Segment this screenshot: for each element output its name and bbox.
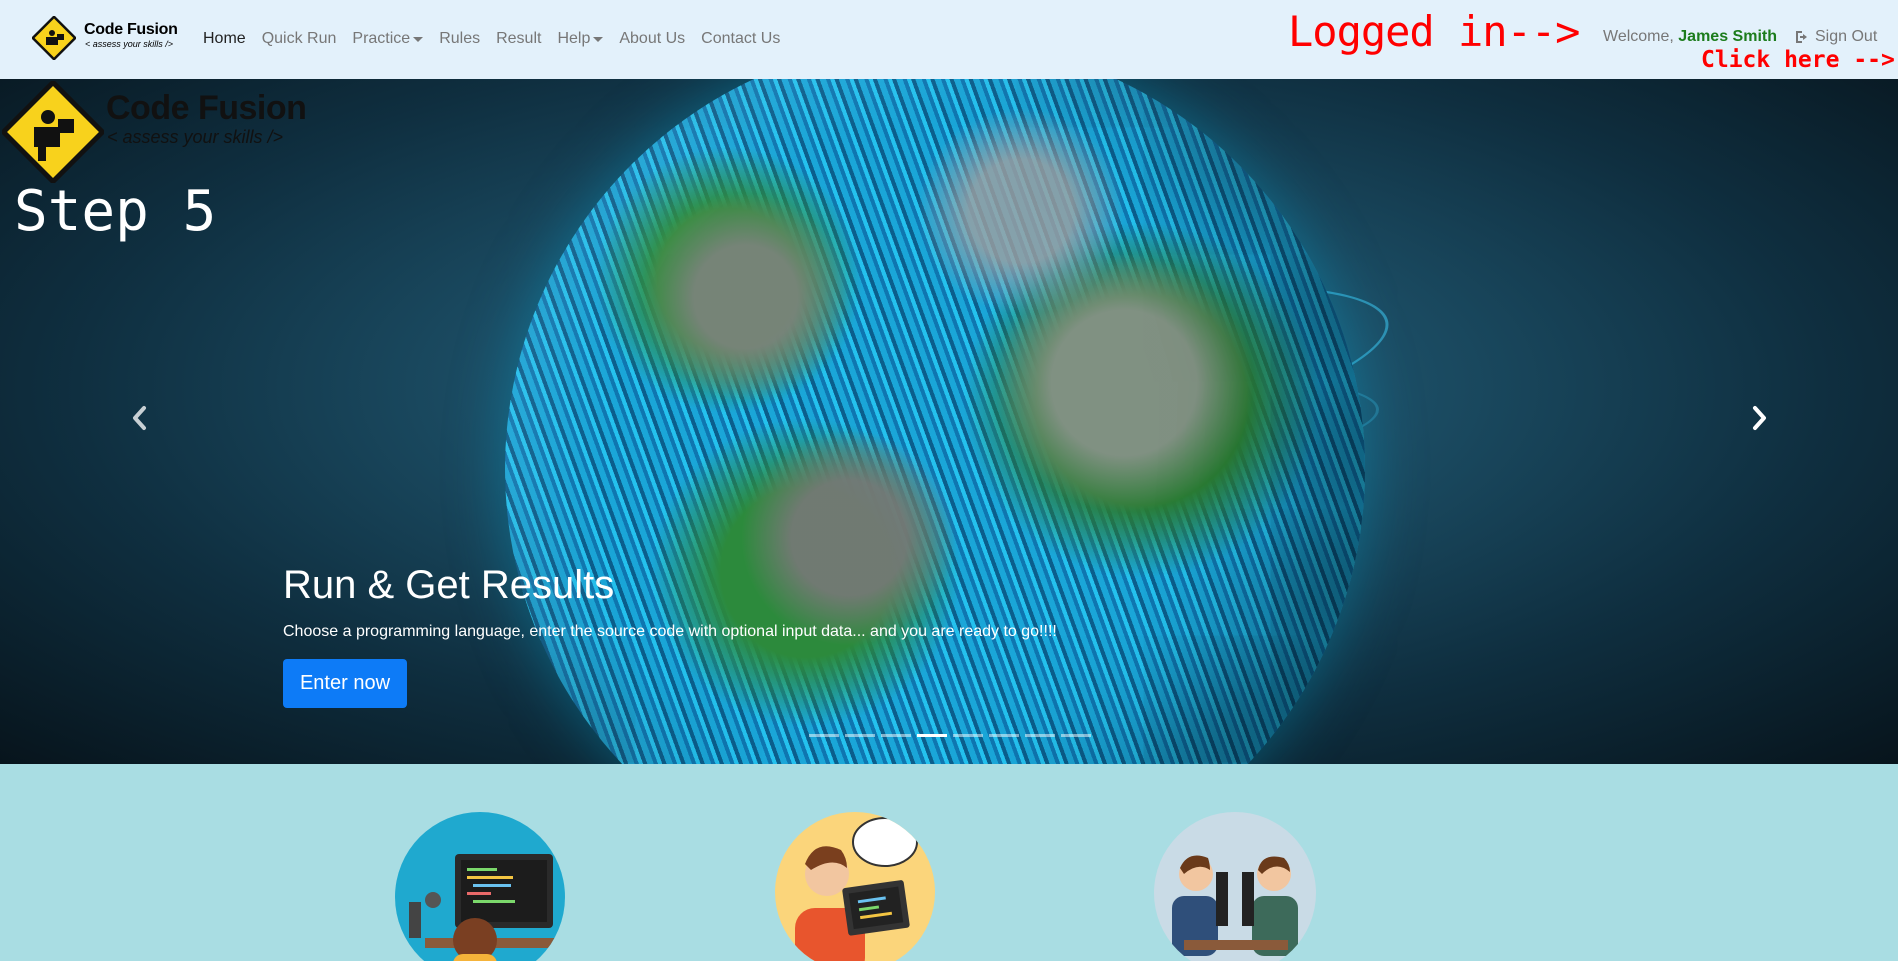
hero-logo-tagline: < assess your skills /> bbox=[107, 127, 284, 147]
brand-tagline: < assess your skills /> bbox=[85, 39, 174, 49]
cable-globe-image bbox=[505, 79, 1365, 764]
nav-home-label: Home bbox=[203, 30, 246, 47]
nav-practice-dropdown[interactable]: Practice bbox=[352, 30, 424, 48]
chevron-down-icon bbox=[413, 36, 424, 42]
click-here-annotation: Click here --> bbox=[1701, 47, 1895, 73]
nav-rules[interactable]: Rules bbox=[439, 30, 480, 48]
carousel-indicator[interactable] bbox=[809, 734, 839, 737]
carousel-indicator[interactable] bbox=[917, 734, 947, 737]
nav-quick-run-label: Quick Run bbox=[261, 30, 337, 47]
caption-title: Run & Get Results bbox=[283, 563, 615, 607]
welcome-text: Welcome, James Smith bbox=[1603, 28, 1777, 46]
logged-in-annotation: Logged in--> bbox=[1288, 7, 1580, 56]
sign-out-label: Sign Out bbox=[1815, 28, 1878, 45]
nav-quick-run[interactable]: Quick Run bbox=[262, 30, 337, 48]
nav-about-us[interactable]: About Us bbox=[619, 30, 685, 48]
nav-practice-label: Practice bbox=[352, 30, 411, 47]
caption-text: Choose a programming language, enter the… bbox=[283, 623, 1057, 640]
step-label: Step 5 bbox=[14, 179, 217, 244]
carousel-indicator[interactable] bbox=[1025, 734, 1055, 737]
feature-developer-desk-image bbox=[395, 812, 565, 961]
code-fusion-logo-icon bbox=[32, 16, 76, 60]
feature-pair-programming-image bbox=[1154, 812, 1316, 961]
sign-out-icon bbox=[1796, 31, 1807, 43]
nav-rules-label: Rules bbox=[439, 30, 481, 47]
pair-programming-icon bbox=[1172, 855, 1298, 956]
hero-logo-title: Code Fusion bbox=[106, 89, 307, 127]
nav-help-dropdown[interactable]: Help bbox=[557, 30, 604, 48]
nav-result[interactable]: Result bbox=[496, 30, 541, 48]
brand-title: Code Fusion bbox=[84, 21, 178, 38]
user-name: James Smith bbox=[1678, 28, 1777, 45]
nav-result-label: Result bbox=[496, 30, 542, 47]
carousel-indicator[interactable] bbox=[881, 734, 911, 737]
carousel-prev-icon[interactable] bbox=[125, 400, 155, 436]
carousel-indicator[interactable] bbox=[953, 734, 983, 737]
chevron-down-icon bbox=[593, 36, 604, 42]
nav-help-label: Help bbox=[557, 30, 591, 47]
welcome-prefix: Welcome, bbox=[1603, 28, 1679, 45]
developer-desk-icon bbox=[409, 854, 565, 961]
coder-laptop-icon bbox=[795, 817, 918, 961]
feature-coder-laptop-image bbox=[775, 812, 935, 961]
code-fusion-logo-icon bbox=[2, 81, 104, 183]
nav-contact-us[interactable]: Contact Us bbox=[701, 30, 780, 48]
hero-logo: Code Fusion < assess your skills /> bbox=[0, 79, 307, 183]
carousel-indicator[interactable] bbox=[1061, 734, 1091, 737]
carousel-next-icon[interactable] bbox=[1744, 400, 1774, 436]
carousel-indicator[interactable] bbox=[845, 734, 875, 737]
carousel-indicator[interactable] bbox=[989, 734, 1019, 737]
nav-about-us-label: About Us bbox=[619, 30, 686, 47]
nav-home[interactable]: Home bbox=[203, 30, 246, 48]
brand-logo[interactable]: Code Fusion < assess your skills /> bbox=[28, 14, 180, 62]
enter-now-button[interactable]: Enter now bbox=[283, 659, 407, 708]
sign-out-link[interactable]: Sign Out bbox=[1795, 28, 1877, 46]
nav-contact-us-label: Contact Us bbox=[701, 30, 781, 47]
top-navbar: Code Fusion < assess your skills /> Home… bbox=[0, 0, 1898, 79]
main-nav: Home Quick Run Practice Rules Result Hel… bbox=[195, 28, 788, 50]
carousel-indicators bbox=[809, 734, 1097, 737]
